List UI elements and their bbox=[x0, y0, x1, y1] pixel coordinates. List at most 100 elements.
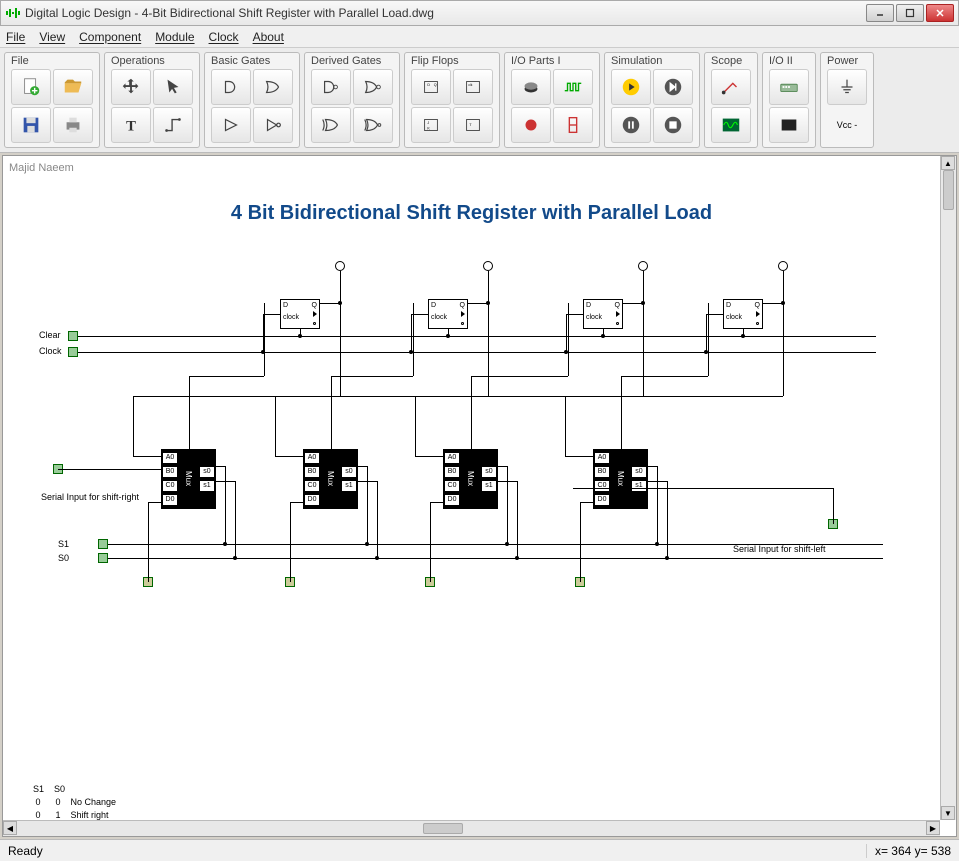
wire bbox=[648, 481, 667, 482]
wire bbox=[468, 303, 488, 304]
wire bbox=[430, 502, 443, 503]
toolgroup-label: File bbox=[11, 55, 93, 67]
toolgroup-io1: I/O Parts I bbox=[504, 52, 600, 148]
select-tool-button[interactable] bbox=[153, 69, 193, 105]
led-button[interactable] bbox=[511, 107, 551, 143]
wire bbox=[148, 502, 161, 503]
clock-signal-button[interactable] bbox=[553, 69, 593, 105]
print-button[interactable] bbox=[53, 107, 93, 143]
menu-module[interactable]: Module bbox=[155, 30, 194, 44]
mux-2[interactable]: A0B0C0D0 Mux s0s1 bbox=[443, 449, 498, 509]
wire bbox=[189, 376, 190, 449]
stop-button[interactable] bbox=[653, 107, 693, 143]
port-s1[interactable] bbox=[98, 539, 108, 549]
ground-button[interactable] bbox=[827, 69, 867, 105]
jkff-button[interactable]: JK bbox=[411, 107, 451, 143]
wire bbox=[580, 502, 593, 503]
wire bbox=[76, 352, 876, 353]
wire bbox=[263, 314, 280, 315]
open-file-button[interactable] bbox=[53, 69, 93, 105]
svg-text:clk: clk bbox=[468, 83, 472, 87]
scroll-right-button[interactable]: ▶ bbox=[926, 821, 940, 835]
xor-gate-button[interactable] bbox=[311, 107, 351, 143]
save-file-button[interactable] bbox=[11, 107, 51, 143]
horizontal-scrollbar[interactable]: ◀ ▶ bbox=[3, 820, 940, 836]
wire bbox=[358, 481, 377, 482]
mux-3[interactable]: A0B0C0D0 Mux s0s1 bbox=[593, 449, 648, 509]
dff-falling-button[interactable]: clk bbox=[453, 69, 493, 105]
maximize-button[interactable] bbox=[896, 4, 924, 22]
minimize-button[interactable] bbox=[866, 4, 894, 22]
mux-1[interactable]: A0B0C0D0 Mux s0s1 bbox=[303, 449, 358, 509]
wire bbox=[498, 481, 517, 482]
and-gate-button[interactable] bbox=[211, 69, 251, 105]
design-canvas[interactable]: Majid Naeem 4 Bit Bidirectional Shift Re… bbox=[3, 156, 940, 820]
scroll-up-button[interactable]: ▲ bbox=[941, 156, 955, 170]
step-button[interactable] bbox=[653, 69, 693, 105]
wire bbox=[189, 376, 264, 377]
text-tool-button[interactable]: T bbox=[111, 107, 151, 143]
wire bbox=[833, 488, 834, 524]
port-s0[interactable] bbox=[98, 553, 108, 563]
toolbar: File Operations T Basic Gates Derived Ga… bbox=[0, 48, 959, 153]
port-clock[interactable] bbox=[68, 347, 78, 357]
label-serial-right: Serial Input for shift-right bbox=[9, 492, 139, 502]
wire bbox=[290, 502, 291, 582]
wire bbox=[275, 396, 276, 456]
buffer-gate-button[interactable] bbox=[211, 107, 251, 143]
scroll-down-button[interactable]: ▼ bbox=[941, 806, 955, 820]
not-gate-button[interactable] bbox=[253, 107, 293, 143]
close-button[interactable] bbox=[926, 4, 954, 22]
scroll-left-button[interactable]: ◀ bbox=[3, 821, 17, 835]
scroll-thumb[interactable] bbox=[423, 823, 463, 834]
menu-file[interactable]: File bbox=[6, 30, 25, 44]
window-title: Digital Logic Design - 4-Bit Bidirection… bbox=[25, 6, 866, 20]
mux-0[interactable]: A0B0C0D0 Mux s0s1 bbox=[161, 449, 216, 509]
wire bbox=[657, 466, 658, 544]
wire bbox=[367, 466, 368, 544]
dff-0[interactable]: DQclock bbox=[280, 299, 320, 329]
status-coords: x= 364 y= 538 bbox=[866, 844, 951, 858]
nand-gate-button[interactable] bbox=[311, 69, 351, 105]
dff-2[interactable]: DQclock bbox=[583, 299, 623, 329]
dff-1[interactable]: DQclock bbox=[428, 299, 468, 329]
sevenseg-button[interactable] bbox=[553, 107, 593, 143]
keyboard-button[interactable] bbox=[769, 69, 809, 105]
port-clear[interactable] bbox=[68, 331, 78, 341]
svg-text:J: J bbox=[427, 121, 429, 125]
oscilloscope-button[interactable] bbox=[711, 107, 751, 143]
menu-view[interactable]: View bbox=[39, 30, 65, 44]
display-button[interactable] bbox=[769, 107, 809, 143]
dff-3[interactable]: DQclock bbox=[723, 299, 763, 329]
nor-gate-button[interactable] bbox=[353, 69, 393, 105]
scroll-thumb[interactable] bbox=[943, 170, 954, 210]
pushbutton-button[interactable] bbox=[511, 69, 551, 105]
pause-button[interactable] bbox=[611, 107, 651, 143]
menu-component[interactable]: Component bbox=[79, 30, 141, 44]
wire bbox=[667, 481, 668, 558]
node bbox=[515, 556, 519, 560]
label-clear: Clear bbox=[39, 330, 61, 340]
label-s0: S0 bbox=[58, 553, 69, 563]
truth-table: S1 S0 0 0 No Change 0 1 Shift right 1 0 … bbox=[33, 783, 123, 820]
menu-clock[interactable]: Clock bbox=[209, 30, 239, 44]
menu-about[interactable]: About bbox=[253, 30, 284, 44]
vertical-scrollbar[interactable]: ▲ ▼ bbox=[940, 156, 956, 820]
wire bbox=[148, 502, 149, 582]
new-file-button[interactable] bbox=[11, 69, 51, 105]
tff-button[interactable]: T bbox=[453, 107, 493, 143]
wire bbox=[580, 502, 581, 582]
probe-button[interactable] bbox=[711, 69, 751, 105]
app-icon bbox=[5, 5, 21, 21]
wire bbox=[743, 329, 744, 336]
wire bbox=[568, 303, 569, 376]
svg-text:D: D bbox=[427, 83, 430, 87]
or-gate-button[interactable] bbox=[253, 69, 293, 105]
wire bbox=[413, 303, 414, 376]
play-button[interactable] bbox=[611, 69, 651, 105]
dff-rising-button[interactable]: DQ bbox=[411, 69, 451, 105]
xnor-gate-button[interactable] bbox=[353, 107, 393, 143]
toolgroup-label: Derived Gates bbox=[311, 55, 393, 67]
move-tool-button[interactable] bbox=[111, 69, 151, 105]
wire-tool-button[interactable] bbox=[153, 107, 193, 143]
